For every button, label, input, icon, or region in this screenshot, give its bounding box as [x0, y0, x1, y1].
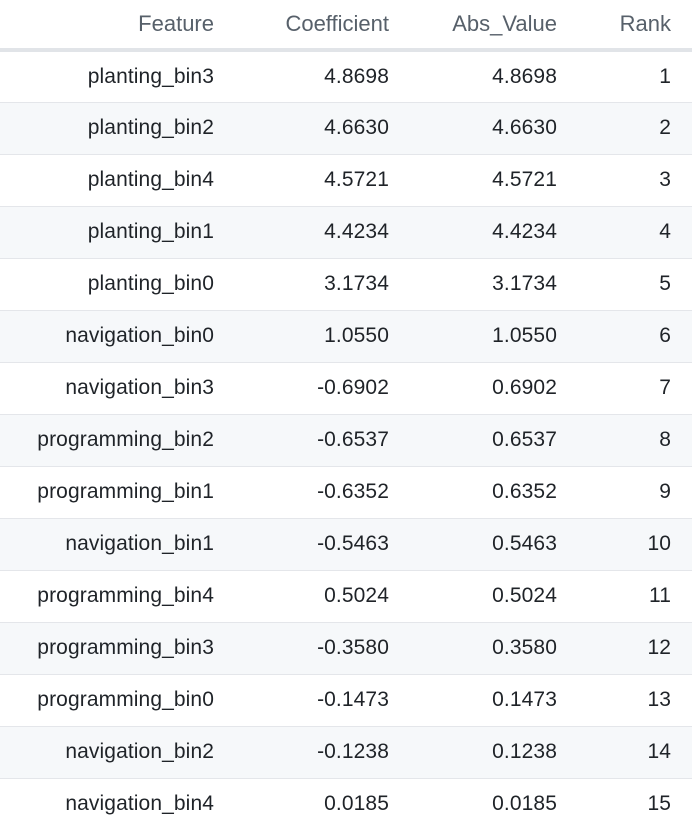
cell-coefficient: -0.1238 [236, 725, 411, 778]
cell-rank: 1 [579, 49, 692, 102]
cell-rank: 14 [579, 725, 692, 778]
cell-abs-value: 0.0185 [411, 777, 579, 830]
cell-abs-value: 1.0550 [411, 309, 579, 362]
cell-coefficient: 0.5024 [236, 569, 411, 622]
table-row: navigation_bin3 -0.6902 0.6902 7 [0, 361, 692, 414]
cell-feature: navigation_bin3 [0, 361, 236, 414]
cell-abs-value: 4.4234 [411, 205, 579, 258]
cell-feature: navigation_bin1 [0, 517, 236, 570]
table-row: planting_bin4 4.5721 4.5721 3 [0, 153, 692, 206]
cell-rank: 11 [579, 569, 692, 622]
table-row: programming_bin4 0.5024 0.5024 11 [0, 569, 692, 622]
cell-feature: programming_bin3 [0, 621, 236, 674]
cell-abs-value: 0.6902 [411, 361, 579, 414]
cell-coefficient: 4.8698 [236, 49, 411, 102]
table-row: planting_bin0 3.1734 3.1734 5 [0, 257, 692, 310]
cell-coefficient: 3.1734 [236, 257, 411, 310]
column-header-coefficient[interactable]: Coefficient [236, 0, 411, 52]
cell-coefficient: 0.0185 [236, 777, 411, 830]
cell-abs-value: 4.6630 [411, 101, 579, 154]
table-body: planting_bin3 4.8698 4.8698 1 planting_bin2 4… [0, 49, 692, 830]
cell-abs-value: 0.5024 [411, 569, 579, 622]
cell-abs-value: 4.5721 [411, 153, 579, 206]
table-row: planting_bin2 4.6630 4.6630 2 [0, 101, 692, 154]
cell-abs-value: 0.6537 [411, 413, 579, 466]
cell-coefficient: -0.5463 [236, 517, 411, 570]
cell-rank: 8 [579, 413, 692, 466]
cell-rank: 2 [579, 101, 692, 154]
cell-rank: 13 [579, 673, 692, 726]
column-header-abs-value[interactable]: Abs_Value [411, 0, 579, 52]
cell-abs-value: 0.1473 [411, 673, 579, 726]
feature-coefficients-table: Feature Coefficient Abs_Value Rank plant… [0, 0, 692, 830]
cell-abs-value: 0.1238 [411, 725, 579, 778]
cell-coefficient: 4.4234 [236, 205, 411, 258]
table-row: navigation_bin1 -0.5463 0.5463 10 [0, 517, 692, 570]
cell-feature: navigation_bin2 [0, 725, 236, 778]
cell-coefficient: 1.0550 [236, 309, 411, 362]
cell-rank: 15 [579, 777, 692, 830]
table-header: Feature Coefficient Abs_Value Rank [0, 0, 692, 52]
cell-rank: 4 [579, 205, 692, 258]
cell-coefficient: -0.6902 [236, 361, 411, 414]
cell-abs-value: 0.5463 [411, 517, 579, 570]
cell-coefficient: 4.5721 [236, 153, 411, 206]
table-row: navigation_bin2 -0.1238 0.1238 14 [0, 725, 692, 778]
table-row: programming_bin2 -0.6537 0.6537 8 [0, 413, 692, 466]
cell-feature: navigation_bin0 [0, 309, 236, 362]
cell-rank: 10 [579, 517, 692, 570]
cell-coefficient: -0.1473 [236, 673, 411, 726]
cell-feature: programming_bin1 [0, 465, 236, 518]
table-row: programming_bin1 -0.6352 0.6352 9 [0, 465, 692, 518]
table-row: navigation_bin0 1.0550 1.0550 6 [0, 309, 692, 362]
cell-abs-value: 0.3580 [411, 621, 579, 674]
cell-abs-value: 4.8698 [411, 49, 579, 102]
cell-feature: navigation_bin4 [0, 777, 236, 830]
cell-rank: 7 [579, 361, 692, 414]
cell-rank: 12 [579, 621, 692, 674]
cell-coefficient: -0.3580 [236, 621, 411, 674]
cell-rank: 5 [579, 257, 692, 310]
table-row: programming_bin0 -0.1473 0.1473 13 [0, 673, 692, 726]
cell-feature: planting_bin0 [0, 257, 236, 310]
cell-feature: programming_bin4 [0, 569, 236, 622]
column-header-feature[interactable]: Feature [0, 0, 236, 52]
cell-feature: planting_bin4 [0, 153, 236, 206]
cell-rank: 9 [579, 465, 692, 518]
table-row: planting_bin3 4.8698 4.8698 1 [0, 49, 692, 102]
cell-coefficient: -0.6352 [236, 465, 411, 518]
cell-coefficient: -0.6537 [236, 413, 411, 466]
table-row: planting_bin1 4.4234 4.4234 4 [0, 205, 692, 258]
feature-coefficients-table-container: Feature Coefficient Abs_Value Rank plant… [0, 0, 692, 832]
cell-feature: planting_bin1 [0, 205, 236, 258]
cell-feature: planting_bin2 [0, 101, 236, 154]
cell-feature: planting_bin3 [0, 49, 236, 102]
table-row: navigation_bin4 0.0185 0.0185 15 [0, 777, 692, 830]
cell-abs-value: 3.1734 [411, 257, 579, 310]
cell-feature: programming_bin0 [0, 673, 236, 726]
table-row: programming_bin3 -0.3580 0.3580 12 [0, 621, 692, 674]
cell-abs-value: 0.6352 [411, 465, 579, 518]
cell-rank: 6 [579, 309, 692, 362]
cell-rank: 3 [579, 153, 692, 206]
header-row: Feature Coefficient Abs_Value Rank [0, 0, 692, 52]
cell-coefficient: 4.6630 [236, 101, 411, 154]
column-header-rank[interactable]: Rank [579, 0, 692, 52]
cell-feature: programming_bin2 [0, 413, 236, 466]
